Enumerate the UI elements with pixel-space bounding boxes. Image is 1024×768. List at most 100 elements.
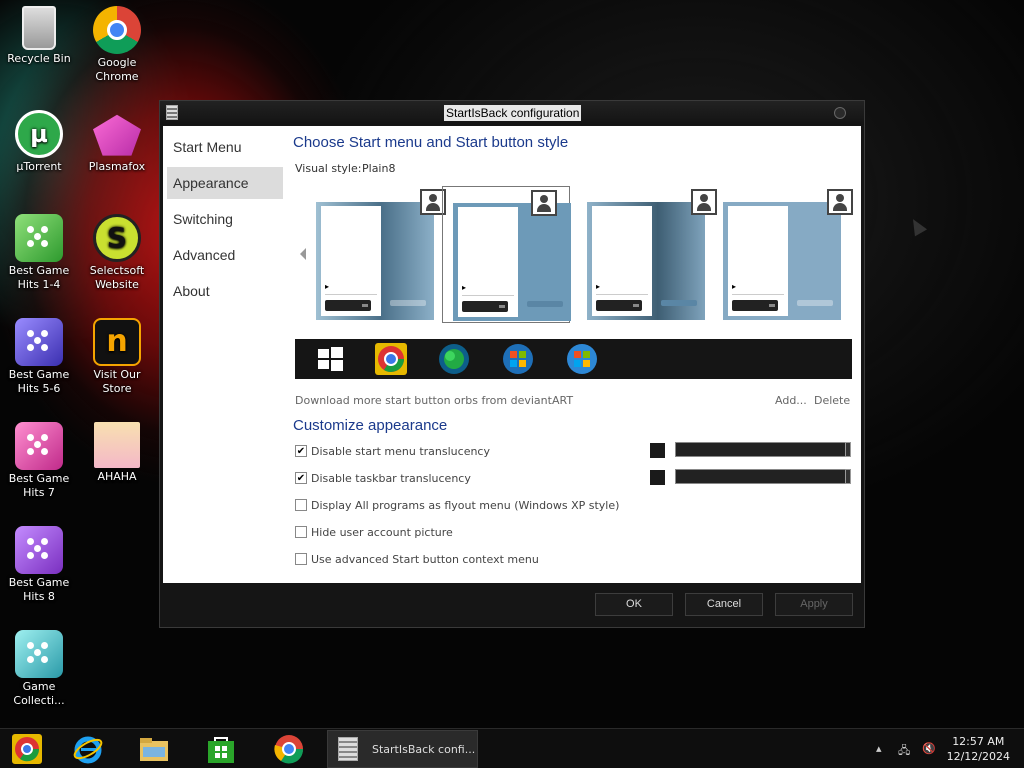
- dice-purple-icon: [15, 526, 63, 574]
- preview-menu: ▸: [321, 206, 381, 316]
- taskbar-chrome-icon[interactable]: [11, 733, 43, 765]
- desktop-icon-label: Visit Our Store: [93, 368, 141, 395]
- add-orb-link[interactable]: Add...: [775, 394, 807, 407]
- dice-teal-icon: [15, 630, 63, 678]
- internet-explorer-icon[interactable]: [72, 733, 104, 765]
- preview-shutdown-bar: [596, 300, 642, 311]
- start-menu-color-swatch[interactable]: [650, 443, 665, 458]
- visual-style-value: Plain8: [362, 162, 396, 175]
- nav-item-advanced[interactable]: Advanced: [167, 239, 283, 271]
- slider-thumb[interactable]: [845, 442, 851, 457]
- apply-button[interactable]: Apply: [775, 593, 853, 616]
- desktop-icon-ahaha[interactable]: AHAHA: [78, 422, 156, 484]
- style-option-4[interactable]: ▸: [723, 186, 853, 323]
- start-menu-opacity-slider[interactable]: [675, 442, 851, 457]
- volume-muted-icon[interactable]: 🔇: [922, 742, 936, 755]
- settings-nav: Start Menu Appearance Switching Advanced…: [167, 131, 283, 311]
- checkbox[interactable]: [295, 472, 307, 484]
- desktop-icon-recycle-bin[interactable]: Recycle Bin: [0, 6, 78, 66]
- selectsoft-icon: S: [93, 214, 141, 262]
- utorrent-icon: µ: [15, 110, 63, 158]
- windows8-logo-orb-icon[interactable]: [313, 342, 347, 376]
- show-hidden-icons-chevron-icon[interactable]: ▴: [876, 742, 882, 755]
- dice-pink-icon: [15, 422, 63, 470]
- taskbar-chrome-icon-2[interactable]: [273, 733, 305, 765]
- desktop-icon-label: Game Collecti...: [13, 680, 65, 707]
- clover-orb-icon[interactable]: [437, 342, 471, 376]
- desktop-icon-best-game-hits-1-4[interactable]: Best Game Hits 1-4: [0, 214, 78, 292]
- preview-shutdown-bar: [462, 301, 508, 312]
- option-flyout-all-programs[interactable]: Display All programs as flyout menu (Win…: [295, 497, 619, 513]
- network-icon[interactable]: 🖧: [898, 742, 910, 761]
- nav-item-switching[interactable]: Switching: [167, 203, 283, 235]
- taskbar-task-startisback[interactable]: StartIsBack confi...: [327, 730, 478, 768]
- preview-shutdown-bar: [325, 300, 371, 311]
- style-option-3[interactable]: ▸: [587, 186, 717, 323]
- taskbar-color-swatch[interactable]: [650, 470, 665, 485]
- file-explorer-icon[interactable]: [138, 733, 170, 765]
- style-preview: ▸: [316, 202, 434, 320]
- nav-item-appearance[interactable]: Appearance: [167, 167, 283, 199]
- separator: [325, 294, 377, 295]
- recycle-bin-icon: [22, 6, 56, 50]
- checkbox-label: Display All programs as flyout menu (Win…: [311, 498, 620, 512]
- system-clock[interactable]: 12:57 AM 12/12/2024: [947, 734, 1010, 764]
- dice-blue-icon: [15, 318, 63, 366]
- delete-orb-link[interactable]: Delete: [814, 394, 850, 407]
- desktop-icon-selectsoft[interactable]: S Selectsoft Website: [78, 214, 156, 292]
- caret-icon: ▸: [462, 283, 467, 292]
- taskbar-opacity-slider[interactable]: [675, 469, 851, 484]
- desktop-icon-chrome[interactable]: Google Chrome: [78, 6, 156, 84]
- option-disable-start-menu-translucency[interactable]: Disable start menu translucency: [295, 443, 490, 459]
- checkbox[interactable]: [295, 553, 307, 565]
- preview-menu: ▸: [728, 206, 788, 316]
- user-picture-icon: [531, 190, 557, 216]
- desktop-icon-utorrent[interactable]: µ µTorrent: [0, 110, 78, 174]
- desktop-icon-best-game-hits-5-6[interactable]: Best Game Hits 5-6: [0, 318, 78, 396]
- visual-style-label: Visual style:: [295, 162, 362, 175]
- style-option-2[interactable]: ▸: [442, 186, 571, 323]
- clock-time: 12:57 AM: [952, 735, 1005, 748]
- style-option-1[interactable]: ▸: [304, 186, 446, 323]
- slider-thumb[interactable]: [845, 469, 851, 484]
- option-hide-user-picture[interactable]: Hide user account picture: [295, 524, 453, 540]
- nav-item-about[interactable]: About: [167, 275, 283, 307]
- desktop-icon-label: µTorrent: [16, 160, 62, 173]
- nav-item-start-menu[interactable]: Start Menu: [167, 131, 283, 163]
- windows7-orb-icon[interactable]: [501, 342, 535, 376]
- desktop-icon-plasmafox[interactable]: Plasmafox: [78, 110, 156, 174]
- plasmafox-icon: [93, 114, 141, 156]
- desktop-icon-label: Best Game Hits 8: [8, 576, 70, 603]
- caret-icon: ▸: [596, 282, 601, 291]
- ok-button[interactable]: OK: [595, 593, 673, 616]
- window-title: StartIsBack configuration: [444, 105, 582, 121]
- checkbox[interactable]: [295, 445, 307, 457]
- cancel-button[interactable]: Cancel: [685, 593, 763, 616]
- checkbox-label: Hide user account picture: [311, 525, 453, 539]
- desktop-icon-visit-our-store[interactable]: n Visit Our Store: [78, 318, 156, 396]
- checkbox[interactable]: [295, 499, 307, 511]
- close-icon[interactable]: [834, 107, 846, 119]
- option-advanced-context-menu[interactable]: Use advanced Start button context menu: [295, 551, 539, 567]
- preview-search-bar: [797, 300, 833, 306]
- chrome-orb-icon[interactable]: [374, 342, 408, 376]
- title-bar[interactable]: StartIsBack configuration: [160, 101, 864, 125]
- checkbox[interactable]: [295, 526, 307, 538]
- checkbox-label: Disable taskbar translucency: [311, 471, 471, 485]
- windows-store-icon[interactable]: [205, 733, 237, 765]
- desktop-icon-best-game-hits-7[interactable]: Best Game Hits 7: [0, 422, 78, 500]
- download-orbs-link[interactable]: Download more start button orbs from dev…: [295, 394, 573, 407]
- chrome-icon: [93, 6, 141, 54]
- desktop-icon-game-collection[interactable]: Game Collecti...: [0, 630, 78, 708]
- start-orb-picker: [295, 339, 852, 379]
- preview-menu: ▸: [592, 206, 652, 316]
- desktop-icon-label: Best Game Hits 5-6: [8, 368, 70, 395]
- option-disable-taskbar-translucency[interactable]: Disable taskbar translucency: [295, 470, 471, 486]
- caret-icon: ▸: [732, 282, 737, 291]
- style-preview: ▸: [587, 202, 705, 320]
- desktop-icon-label: Plasmafox: [88, 160, 146, 173]
- windows7-blue-orb-icon[interactable]: [565, 342, 599, 376]
- desktop-icon-best-game-hits-8[interactable]: Best Game Hits 8: [0, 526, 78, 604]
- taskbar-task-label: StartIsBack confi...: [372, 743, 476, 756]
- desktop-icon-label: Best Game Hits 7: [8, 472, 70, 499]
